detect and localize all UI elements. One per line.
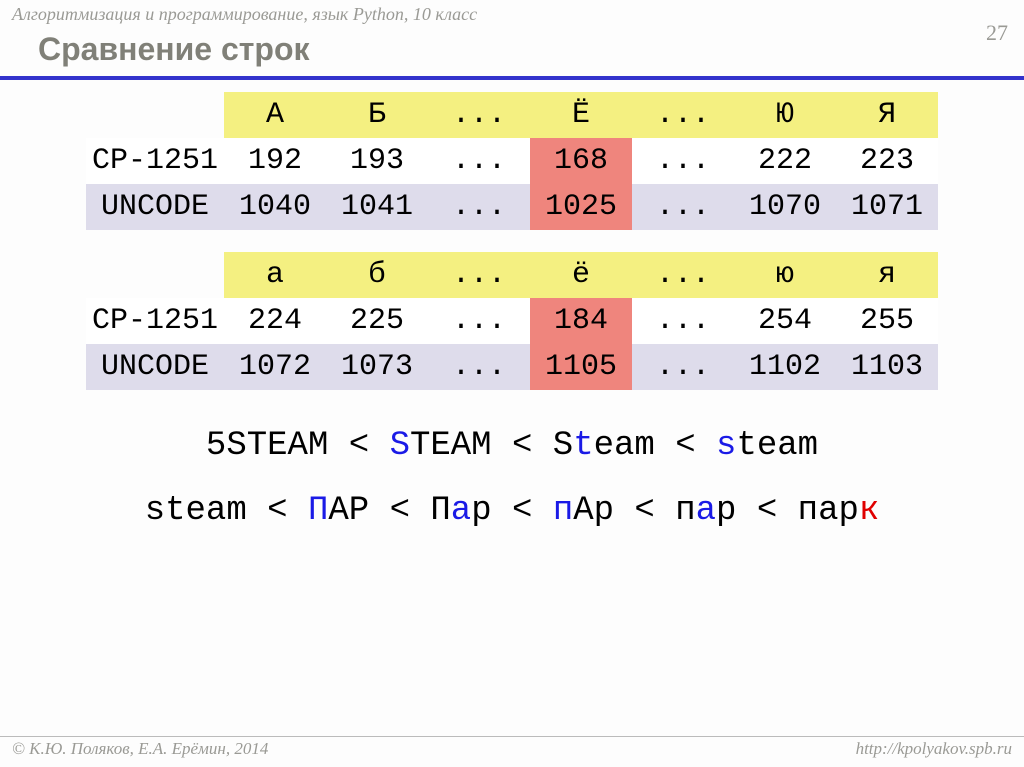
code-cell: 1105 [530, 344, 632, 390]
code-cell: ... [428, 298, 530, 344]
code-cell: 1070 [734, 184, 836, 230]
header-cell: А [224, 92, 326, 138]
code-cell: 1103 [836, 344, 938, 390]
header-cell: ю [734, 252, 836, 298]
code-cell: 1041 [326, 184, 428, 230]
code-cell: 225 [326, 298, 428, 344]
comparison-segment: П [308, 492, 328, 530]
code-cell: ... [632, 298, 734, 344]
header-cell: ... [428, 252, 530, 298]
comparison-line-0: 5STEAM < STEAM < Steam < steam [0, 414, 1024, 479]
header-cell: Я [836, 92, 938, 138]
code-cell: ... [632, 184, 734, 230]
comparison-segment: s [716, 427, 736, 465]
code-cell: ... [428, 138, 530, 184]
comparison-segment: Ар < п [573, 492, 695, 530]
code-cell: ... [428, 344, 530, 390]
code-cell: 1073 [326, 344, 428, 390]
code-cell: 193 [326, 138, 428, 184]
header-cell: Б [326, 92, 428, 138]
comparison-segment: а [696, 492, 716, 530]
header-cell: ... [632, 252, 734, 298]
slide-footer: © К.Ю. Поляков, Е.А. Ерёмин, 2014 http:/… [0, 737, 1024, 761]
header-cell: я [836, 252, 938, 298]
header-cell: ё [530, 252, 632, 298]
header-cell: Ю [734, 92, 836, 138]
comparison-segment: 5STEAM < [206, 427, 390, 465]
code-cell: 184 [530, 298, 632, 344]
row-label: UNCODE [86, 184, 224, 230]
slide-header: Алгоритмизация и программирование, язык … [0, 0, 1024, 27]
header-cell: ... [632, 92, 734, 138]
code-cell: 255 [836, 298, 938, 344]
slide-title: Сравнение строк [0, 27, 1024, 76]
header-blank [86, 252, 224, 298]
row-label: CP-1251 [86, 138, 224, 184]
code-cell: 192 [224, 138, 326, 184]
header-cell: а [224, 252, 326, 298]
course-title: Алгоритмизация и программирование, язык … [12, 4, 477, 24]
comparison-segment: steam < [145, 492, 308, 530]
code-cell: 1102 [734, 344, 836, 390]
comparison-segment: р < [471, 492, 553, 530]
code-cell: 1072 [224, 344, 326, 390]
row-label: CP-1251 [86, 298, 224, 344]
header-cell: Ё [530, 92, 632, 138]
comparison-segment: р < пар [716, 492, 859, 530]
footer-url: http://kpolyakov.spb.ru [856, 739, 1012, 759]
encoding-table-1: аб...ё...юяCP-1251224225...184...254255U… [86, 252, 938, 390]
comparison-segment: S [390, 427, 410, 465]
code-cell: 168 [530, 138, 632, 184]
code-cell: 224 [224, 298, 326, 344]
code-cell: ... [632, 344, 734, 390]
encoding-table-0: АБ...Ё...ЮЯCP-1251192193...168...222223U… [86, 92, 938, 230]
string-comparison-examples: 5STEAM < STEAM < Steam < steamsteam < ПА… [0, 414, 1024, 543]
code-cell: ... [632, 138, 734, 184]
slide-content: АБ...Ё...ЮЯCP-1251192193...168...222223U… [0, 80, 1024, 543]
comparison-segment: TEAM < S [410, 427, 573, 465]
copyright-text: © К.Ю. Поляков, Е.А. Ерёмин, 2014 [12, 739, 268, 759]
comparison-segment: к [859, 492, 879, 530]
code-cell: 1025 [530, 184, 632, 230]
encoding-tables: АБ...Ё...ЮЯCP-1251192193...168...222223U… [0, 92, 1024, 390]
comparison-segment: а [451, 492, 471, 530]
comparison-line-1: steam < ПАР < Пар < пАр < пар < парк [0, 479, 1024, 544]
code-cell: 223 [836, 138, 938, 184]
header-cell: б [326, 252, 428, 298]
comparison-segment: team [736, 427, 818, 465]
code-cell: 222 [734, 138, 836, 184]
comparison-segment: t [573, 427, 593, 465]
row-label: UNCODE [86, 344, 224, 390]
header-blank [86, 92, 224, 138]
code-cell: 1071 [836, 184, 938, 230]
code-cell: 254 [734, 298, 836, 344]
code-cell: ... [428, 184, 530, 230]
header-cell: ... [428, 92, 530, 138]
comparison-segment: eam < [594, 427, 716, 465]
comparison-segment: п [553, 492, 573, 530]
code-cell: 1040 [224, 184, 326, 230]
comparison-segment: АР < П [328, 492, 450, 530]
